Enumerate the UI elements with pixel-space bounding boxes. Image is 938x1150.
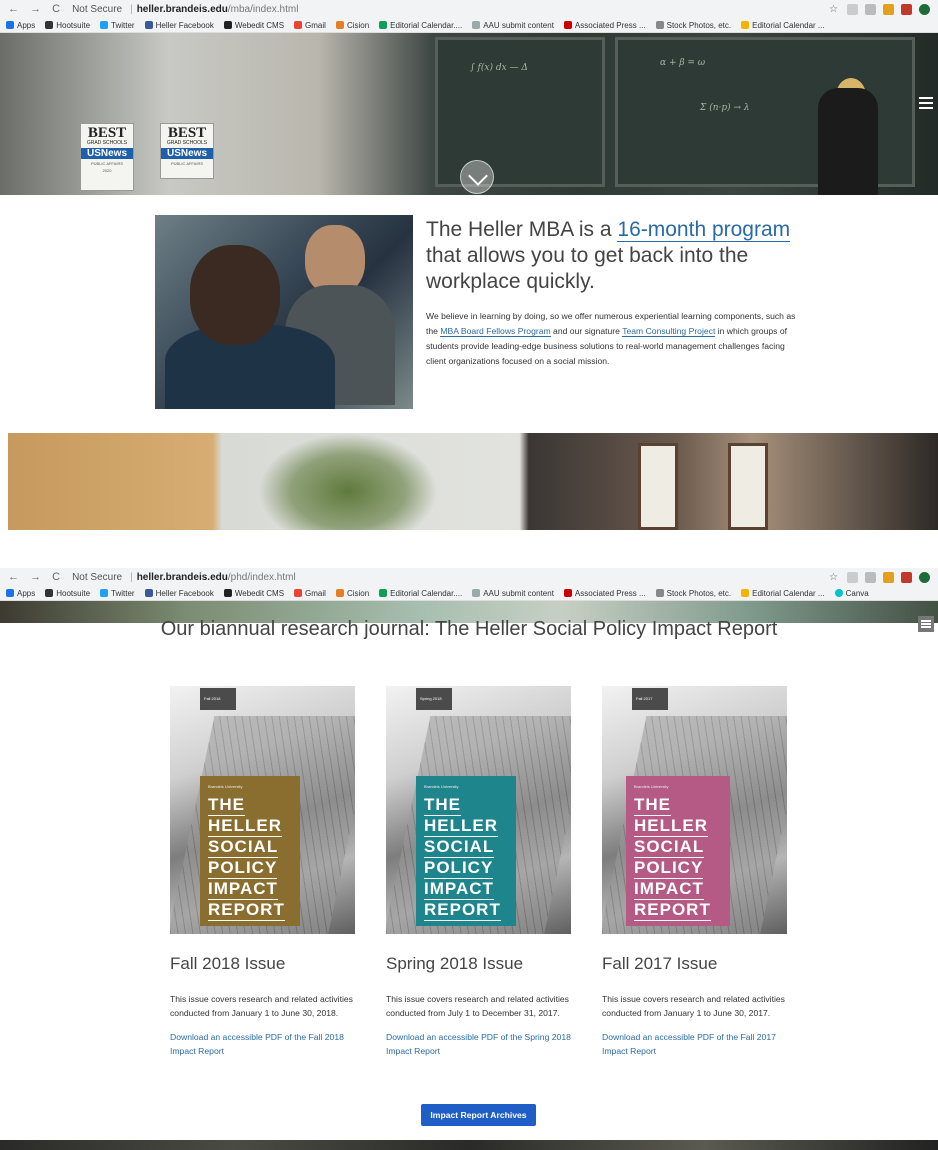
board-fellows-link[interactable]: MBA Board Fellows Program <box>440 326 551 337</box>
bookmark-item[interactable]: Hootsuite <box>45 21 90 30</box>
phd-page-screenshot: ← → C Not Secure | heller.brandeis.edu/p… <box>0 568 938 1150</box>
browser-toolbar: ← → C Not Secure | heller.brandeis.edu/m… <box>0 0 938 18</box>
bookmark-item[interactable]: Webedit CMS <box>223 21 284 30</box>
bookmark-item[interactable]: Canva <box>834 589 869 598</box>
browser-toolbar: ← → C Not Secure | heller.brandeis.edu/p… <box>0 568 938 586</box>
issue-description: This issue covers research and related a… <box>386 994 569 1018</box>
intro-body: We believe in learning by doing, so we o… <box>426 311 796 366</box>
journal-section-title: Our biannual research journal: The Helle… <box>160 618 778 640</box>
url-path: /mba/index.html <box>227 3 299 15</box>
not-secure-label: Not Secure <box>72 3 123 15</box>
chalkboard-left <box>435 37 605 187</box>
team-consulting-link[interactable]: Team Consulting Project <box>622 326 716 337</box>
issue-title: Fall 2017 Issue <box>602 954 718 973</box>
impact-report-archives-button[interactable]: Impact Report Archives <box>421 1104 536 1126</box>
report-cover[interactable]: Fall 2018 Brandeis University THE HELLER S… <box>170 686 355 934</box>
issue-card: Spring 2018 Brandeis University THE HELLE… <box>386 686 571 1058</box>
bookmark-item[interactable]: Twitter <box>100 21 135 30</box>
bookmark-item[interactable]: Editorial Calendar.... <box>379 589 462 598</box>
cover-title-box: Brandeis University THE HELLER SOCIAL POLIC… <box>416 776 516 926</box>
usnews-badge-1: BEST GRAD SCHOOLS USNews PUBLIC AFFAIRS … <box>80 123 134 191</box>
issue-card: Fall 2018 Brandeis University THE HELLER S… <box>170 686 355 1058</box>
bookmark-item[interactable]: Associated Press ... <box>563 589 646 598</box>
address-bar[interactable]: Not Secure | heller.brandeis.edu/phd/ind… <box>72 570 829 584</box>
bookmark-item[interactable]: Editorial Calendar ... <box>741 589 825 598</box>
bookmark-item[interactable]: Associated Press ... <box>563 21 646 30</box>
issue-title: Spring 2018 Issue <box>386 954 524 973</box>
lecturer <box>818 88 878 195</box>
nav-buttons[interactable]: ← → C <box>8 571 64 583</box>
bookmark-item[interactable]: Cision <box>335 21 369 30</box>
bookmark-item[interactable]: Gmail <box>294 589 326 598</box>
report-cover[interactable]: Fall 2017 Brandeis University THE HELLER S… <box>602 686 787 934</box>
bookmark-item[interactable]: Heller Facebook <box>144 589 214 598</box>
mba-intro-section: The Heller MBA is a 16-month program tha… <box>0 212 938 412</box>
issue-title: Fall 2018 Issue <box>170 954 286 973</box>
bookmark-item[interactable]: Heller Facebook <box>144 21 214 30</box>
usnews-badge-2: BEST GRAD SCHOOLS USNews PUBLIC AFFAIRS <box>160 123 214 179</box>
issue-description: This issue covers research and related a… <box>170 994 353 1018</box>
not-secure-label: Not Secure <box>72 571 123 583</box>
sixteen-month-program-link[interactable]: 16-month program <box>617 218 791 242</box>
bookmark-item[interactable]: Gmail <box>294 21 326 30</box>
bookmark-item[interactable]: Cision <box>335 589 369 598</box>
report-cover[interactable]: Spring 2018 Brandeis University THE HELLE… <box>386 686 571 934</box>
address-bar[interactable]: Not Secure | heller.brandeis.edu/mba/ind… <box>72 2 829 16</box>
intro-text: The Heller MBA is a 16-month program tha… <box>426 217 806 369</box>
bookmarks-bar: Apps Hootsuite Twitter Heller Facebook W… <box>0 586 938 601</box>
download-pdf-link[interactable]: Download an accessible PDF of the Spring… <box>386 1030 571 1058</box>
hamburger-menu-icon[interactable] <box>919 97 933 109</box>
bookmark-item[interactable]: Editorial Calendar.... <box>379 21 462 30</box>
cover-title-box: Brandeis University THE HELLER SOCIAL POLIC… <box>626 776 730 926</box>
download-pdf-link[interactable]: Download an accessible PDF of the Fall 2… <box>170 1030 355 1058</box>
bookmark-item[interactable]: AAU submit content <box>472 21 554 30</box>
url-host: heller.brandeis.edu <box>136 571 228 583</box>
impact-report-cards: Fall 2018 Brandeis University THE HELLER S… <box>170 686 800 1106</box>
bookmark-item[interactable]: Stock Photos, etc. <box>655 21 731 30</box>
issue-card: Fall 2017 Brandeis University THE HELLER S… <box>602 686 787 1058</box>
issue-description: This issue covers research and related a… <box>602 994 785 1018</box>
bookmark-item[interactable]: Hootsuite <box>45 589 90 598</box>
mba-page-screenshot: ← → C Not Secure | heller.brandeis.edu/m… <box>0 0 938 530</box>
bookmark-item[interactable]: AAU submit content <box>472 589 554 598</box>
bookmark-item[interactable]: Webedit CMS <box>223 589 284 598</box>
cover-title-box: Brandeis University THE HELLER SOCIAL POLIC… <box>200 776 300 926</box>
download-pdf-link[interactable]: Download an accessible PDF of the Fall 2… <box>602 1030 787 1058</box>
campus-interior-photo <box>8 433 938 530</box>
nav-buttons[interactable]: ← → C <box>8 3 64 15</box>
url-host: heller.brandeis.edu <box>136 3 228 15</box>
students-photo <box>155 215 413 409</box>
bookmarks-bar: Apps Hootsuite Twitter Heller Facebook W… <box>0 18 938 33</box>
extension-icons: ☆ <box>829 3 930 15</box>
bookmark-item[interactable]: Twitter <box>100 589 135 598</box>
scroll-down-chevron-icon[interactable] <box>460 160 494 194</box>
extension-icons: ☆ <box>829 571 930 583</box>
bookmark-item[interactable]: Apps <box>6 589 35 598</box>
footer-image-strip <box>0 1140 938 1150</box>
bookmark-item[interactable]: Apps <box>6 21 35 30</box>
bookmark-item[interactable]: Editorial Calendar ... <box>741 21 825 30</box>
intro-heading: The Heller MBA is a 16-month program tha… <box>426 218 791 293</box>
url-path: /phd/index.html <box>227 571 296 583</box>
bookmark-item[interactable]: Stock Photos, etc. <box>655 589 731 598</box>
